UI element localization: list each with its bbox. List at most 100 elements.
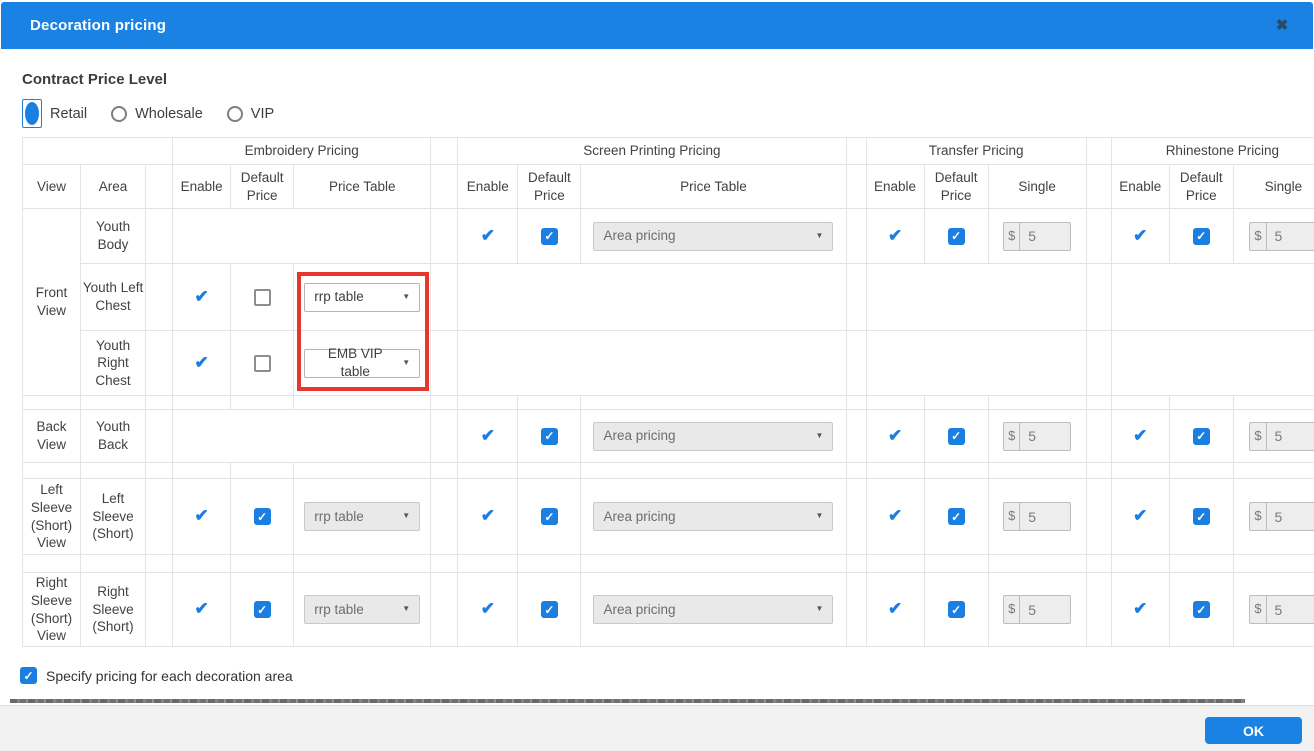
group-header-embroidery: Embroidery Pricing xyxy=(172,137,432,165)
enable-checkmark-icon[interactable]: ✔ xyxy=(195,505,209,527)
table-row: Back View Youth Back ✔ ✓ Area pricing ▼ ✔… xyxy=(22,409,1314,463)
single-price-input[interactable] xyxy=(1266,596,1314,623)
specify-pricing-checkbox[interactable]: ✓ xyxy=(20,667,37,684)
checkbox-check-icon: ✓ xyxy=(1196,229,1207,244)
checkbox-check-icon: ✓ xyxy=(1196,509,1207,524)
checkbox-check-icon: ✓ xyxy=(544,229,555,244)
enable-checkmark-icon[interactable]: ✔ xyxy=(1133,425,1147,447)
dollar-sign: $ xyxy=(1250,222,1267,250)
modal-title: Decoration pricing xyxy=(30,17,167,34)
enable-checkmark-icon[interactable]: ✔ xyxy=(195,598,209,620)
default-price-checkbox[interactable]: ✓ xyxy=(1192,508,1210,526)
col-header-enable: Enable xyxy=(172,164,232,209)
area-cell: Youth Back xyxy=(80,409,147,463)
caret-down-icon: ▼ xyxy=(815,430,824,440)
checkbox-check-icon: ✓ xyxy=(951,602,962,617)
decoration-pricing-modal: Decoration pricing ✖ Contract Price Leve… xyxy=(0,0,1314,751)
enable-checkmark-icon[interactable]: ✔ xyxy=(481,598,495,620)
single-price-input[interactable] xyxy=(1266,422,1314,450)
checkbox-check-icon: ✓ xyxy=(951,509,962,524)
checkbox-check-icon: ✓ xyxy=(257,602,268,617)
price-table-select[interactable]: Area pricing ▼ xyxy=(593,502,834,531)
dollar-sign: $ xyxy=(1250,596,1267,623)
view-cell: Left Sleeve (Short) View xyxy=(22,478,82,555)
enable-checkmark-icon[interactable]: ✔ xyxy=(195,286,209,308)
ok-button[interactable]: OK xyxy=(1205,717,1302,744)
modal-header: Decoration pricing ✖ xyxy=(1,2,1313,49)
enable-checkmark-icon[interactable]: ✔ xyxy=(888,425,902,447)
price-table-select[interactable]: EMB VIP table ▼ xyxy=(304,346,421,379)
area-cell: Youth Body xyxy=(80,208,147,264)
default-price-checkbox[interactable]: ✓ xyxy=(1192,427,1210,445)
radio-unselected-icon xyxy=(111,105,128,122)
single-price-input[interactable] xyxy=(1020,503,1071,530)
enable-checkmark-icon[interactable]: ✔ xyxy=(1133,225,1147,247)
default-price-checkbox[interactable]: ✓ xyxy=(253,601,271,619)
enable-checkmark-icon[interactable]: ✔ xyxy=(888,225,902,247)
dollar-sign: $ xyxy=(1250,422,1267,450)
radio-wholesale[interactable]: Wholesale xyxy=(111,105,203,122)
caret-down-icon: ▼ xyxy=(815,604,824,614)
default-price-checkbox[interactable]: ✓ xyxy=(947,427,965,445)
dollar-sign: $ xyxy=(1004,222,1021,250)
table-row: Right Sleeve (Short) View Right Sleeve (… xyxy=(22,572,1314,647)
price-table-select[interactable]: rrp table ▼ xyxy=(304,502,421,531)
col-header-area: Area xyxy=(80,164,147,209)
default-price-checkbox[interactable]: ✓ xyxy=(253,508,271,526)
enable-checkmark-icon[interactable]: ✔ xyxy=(481,425,495,447)
clipped-content-strip xyxy=(10,699,1245,703)
caret-down-icon: ▼ xyxy=(402,511,411,521)
enable-checkmark-icon[interactable]: ✔ xyxy=(481,505,495,527)
default-price-checkbox[interactable]: ✓ xyxy=(947,508,965,526)
single-price-input[interactable] xyxy=(1020,596,1071,623)
default-price-checkbox[interactable]: ✓ xyxy=(1192,227,1210,245)
price-table-select[interactable]: Area pricing ▼ xyxy=(593,221,834,251)
dollar-sign: $ xyxy=(1004,503,1021,530)
price-table-select[interactable]: Area pricing ▼ xyxy=(593,421,834,451)
table-row: Youth Right Chest ✔ EMB VIP table ▼ xyxy=(23,330,1314,396)
close-icon[interactable]: ✖ xyxy=(1271,15,1293,37)
col-header-view: View xyxy=(22,164,82,209)
single-price-field: $ xyxy=(1003,595,1072,624)
checkbox-check-icon: ✓ xyxy=(544,602,555,617)
default-price-checkbox[interactable] xyxy=(253,354,271,372)
price-table-select[interactable]: rrp table ▼ xyxy=(304,595,421,624)
enable-checkmark-icon[interactable]: ✔ xyxy=(1133,598,1147,620)
enable-checkmark-icon[interactable]: ✔ xyxy=(1133,505,1147,527)
radio-retail[interactable]: Retail xyxy=(22,99,87,128)
pricing-table-container: Embroidery Pricing Screen Printing Prici… xyxy=(22,137,1314,647)
col-header-price-table: Price Table xyxy=(293,164,432,209)
single-price-input[interactable] xyxy=(1020,222,1071,250)
enable-checkmark-icon[interactable]: ✔ xyxy=(888,505,902,527)
view-cell: Front View xyxy=(22,208,82,396)
single-price-input[interactable] xyxy=(1266,503,1314,530)
default-price-checkbox[interactable]: ✓ xyxy=(1192,601,1210,619)
single-price-input[interactable] xyxy=(1266,222,1314,250)
default-price-checkbox[interactable]: ✓ xyxy=(947,601,965,619)
enable-checkmark-icon[interactable]: ✔ xyxy=(888,598,902,620)
default-price-checkbox[interactable] xyxy=(253,288,271,306)
single-price-input[interactable] xyxy=(1020,422,1071,450)
single-price-field: $ xyxy=(1003,421,1072,451)
enable-checkmark-icon[interactable]: ✔ xyxy=(195,352,209,374)
radio-retail-label: Retail xyxy=(50,105,88,122)
dollar-sign: $ xyxy=(1004,422,1021,450)
group-header-rhinestone: Rhinestone Pricing xyxy=(1110,137,1314,165)
default-price-checkbox[interactable]: ✓ xyxy=(540,227,558,245)
enable-checkmark-icon[interactable]: ✔ xyxy=(481,225,495,247)
view-cell: Right Sleeve (Short) View xyxy=(22,572,82,647)
single-price-field: $ xyxy=(1003,502,1072,531)
default-price-checkbox[interactable]: ✓ xyxy=(947,227,965,245)
default-price-checkbox[interactable]: ✓ xyxy=(540,427,558,445)
single-price-field: $ xyxy=(1249,595,1314,624)
default-price-checkbox[interactable]: ✓ xyxy=(540,508,558,526)
default-price-checkbox[interactable]: ✓ xyxy=(540,601,558,619)
price-table-select[interactable]: rrp table ▼ xyxy=(304,282,421,312)
radio-vip[interactable]: VIP xyxy=(226,105,274,122)
specify-pricing-checkbox-row[interactable]: ✓ Specify pricing for each decoration ar… xyxy=(20,667,293,684)
price-table-select[interactable]: Area pricing ▼ xyxy=(593,595,834,624)
col-header-enable: Enable xyxy=(1110,164,1170,209)
checkbox-check-icon: ✓ xyxy=(23,668,34,683)
price-level-radio-group: Retail Wholesale VIP xyxy=(22,99,274,128)
group-header-transfer: Transfer Pricing xyxy=(865,137,1087,165)
